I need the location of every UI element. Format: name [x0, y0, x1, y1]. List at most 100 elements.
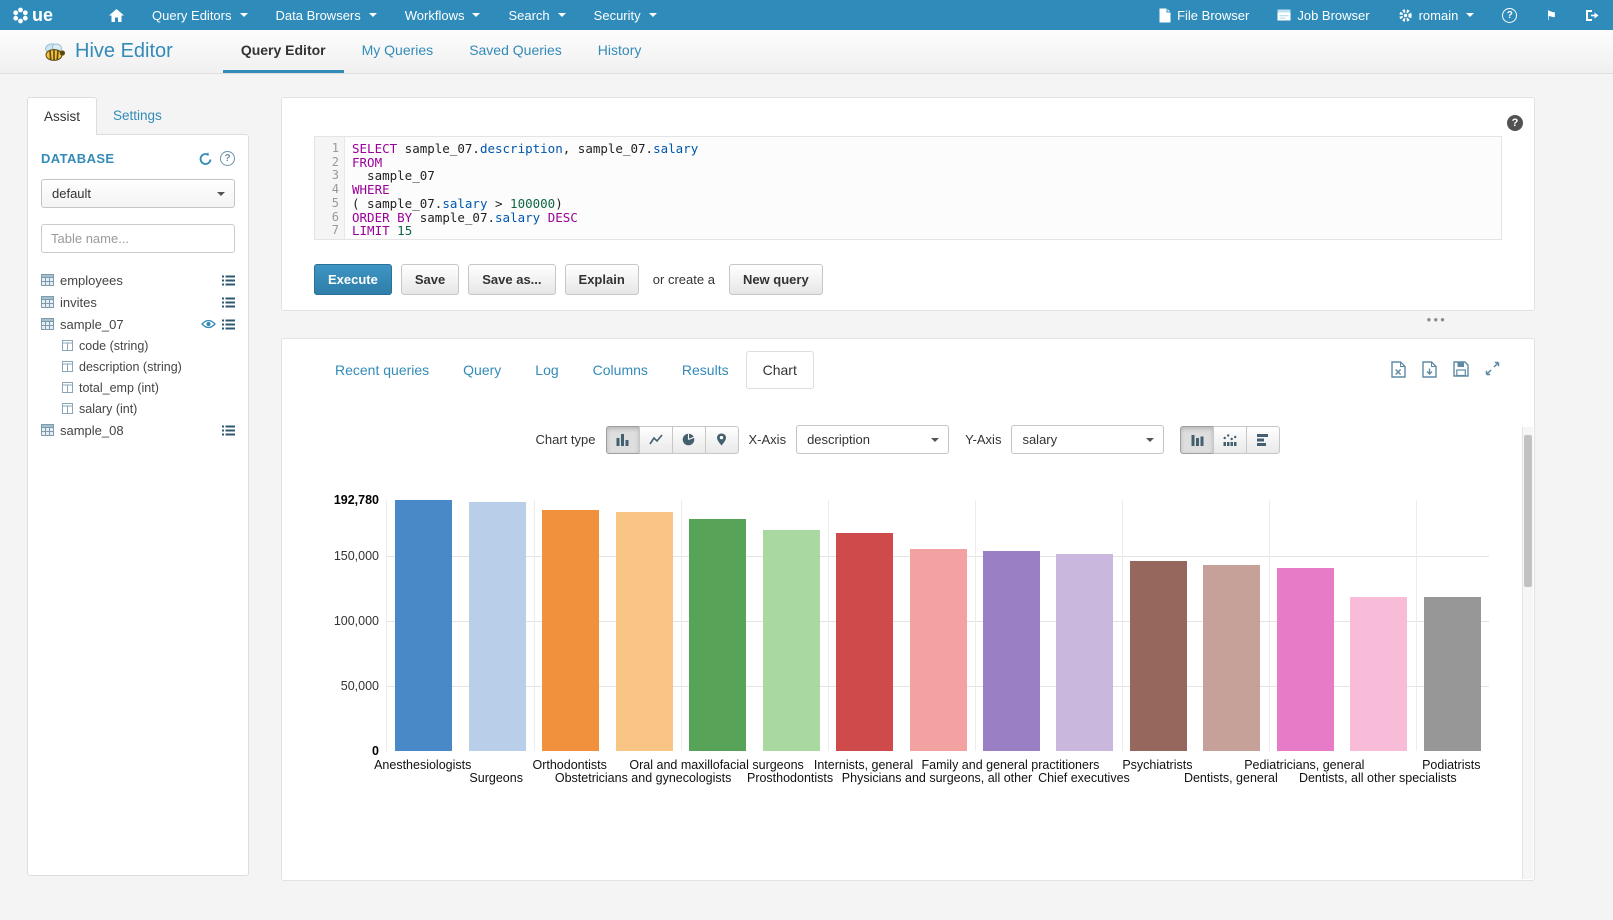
results-tab-log[interactable]: Log [518, 351, 575, 389]
tab-saved-queries[interactable]: Saved Queries [451, 30, 580, 73]
job-browser-link[interactable]: Job Browser [1263, 0, 1383, 30]
database-select-value: default [52, 186, 91, 201]
user-menu[interactable]: romain [1384, 0, 1489, 30]
chart-type-map-button[interactable] [705, 426, 739, 454]
save-button[interactable]: Save [401, 264, 459, 295]
x-axis-select[interactable]: description [796, 425, 949, 454]
column-item[interactable]: total_emp (int) [41, 377, 235, 398]
table-menu-icon[interactable] [222, 319, 235, 330]
file-browser-link[interactable]: File Browser [1145, 0, 1263, 30]
table-icon [41, 274, 54, 286]
home-button[interactable] [95, 0, 138, 30]
results-tab-columns[interactable]: Columns [576, 351, 665, 389]
assist-help-icon[interactable]: ? [220, 151, 235, 166]
tab-query-editor[interactable]: Query Editor [223, 30, 344, 73]
editor-help-icon[interactable]: ? [1507, 115, 1523, 131]
orientation-horizontal-button[interactable] [1246, 426, 1280, 454]
chevron-down-icon [472, 13, 480, 17]
save-results-icon[interactable] [1453, 361, 1469, 378]
app-brand[interactable]: Hive Editor [42, 30, 173, 73]
table-item-invites[interactable]: invites [41, 291, 235, 313]
tab-my-queries[interactable]: My Queries [344, 30, 452, 73]
results-tab-query[interactable]: Query [446, 351, 518, 389]
column-icon [62, 403, 73, 414]
bar-9[interactable] [983, 551, 1040, 751]
bar-15[interactable] [1424, 597, 1481, 751]
menu-security[interactable]: Security [580, 0, 671, 30]
table-name: sample_08 [60, 423, 124, 438]
column-item[interactable]: salary (int) [41, 398, 235, 419]
execute-button[interactable]: Execute [314, 264, 392, 295]
resize-handle-icon[interactable]: ●●● [1427, 315, 1448, 324]
gridline [681, 500, 682, 751]
help-button[interactable]: ? [1488, 0, 1531, 30]
table-item-sample_08[interactable]: sample_08 [41, 419, 235, 441]
menu-query-editors[interactable]: Query Editors [138, 0, 261, 30]
expand-results-icon[interactable] [1485, 361, 1500, 378]
new-query-button[interactable]: New query [729, 264, 823, 295]
table-menu-icon[interactable] [222, 297, 235, 308]
sql-code: SELECT sample_07.description, sample_07.… [345, 137, 1501, 239]
tab-settings[interactable]: Settings [97, 97, 178, 134]
panel-resize-strip: ●●● [281, 311, 1535, 338]
menu-search[interactable]: Search [494, 0, 579, 30]
sql-editor[interactable]: 1234567 SELECT sample_07.description, sa… [314, 136, 1502, 240]
y-tick-label: 50,000 [341, 679, 379, 693]
database-select[interactable]: default [41, 179, 235, 208]
results-tab-recent-queries[interactable]: Recent queries [318, 351, 446, 389]
bar-6[interactable] [763, 530, 820, 751]
save-as-button[interactable]: Save as... [468, 264, 555, 295]
export-xls-icon[interactable] [1391, 361, 1406, 378]
preview-eye-icon[interactable] [201, 319, 216, 329]
table-item-sample_07[interactable]: sample_07 [41, 313, 235, 335]
bar-8[interactable] [910, 549, 967, 751]
chart-type-pie-button[interactable] [672, 426, 706, 454]
bar-7[interactable] [836, 533, 893, 751]
results-scrollbar[interactable] [1522, 427, 1533, 879]
bar-4[interactable] [616, 512, 673, 751]
bar-chart-plot [386, 500, 1489, 751]
scrollbar-thumb[interactable] [1524, 435, 1532, 587]
results-tab-chart[interactable]: Chart [746, 351, 814, 389]
bar-2[interactable] [469, 502, 526, 751]
x-axis-label: Obstetricians and gynecologists [555, 771, 731, 785]
export-csv-icon[interactable] [1422, 361, 1437, 378]
chart-type-bars-button[interactable] [606, 426, 640, 454]
menu-workflows[interactable]: Workflows [391, 0, 495, 30]
orientation-vertical-button[interactable] [1180, 426, 1214, 454]
orientation-grouped-button[interactable] [1213, 426, 1247, 454]
bar-14[interactable] [1350, 597, 1407, 751]
table-icon [41, 296, 54, 308]
gridline [975, 500, 976, 751]
column-name: total_emp (int) [79, 381, 159, 395]
bar-5[interactable] [689, 519, 746, 751]
table-filter-input[interactable] [41, 224, 235, 253]
bar-11[interactable] [1130, 561, 1187, 751]
x-axis-label: Chief executives [1038, 771, 1130, 785]
menu-data-browsers[interactable]: Data Browsers [262, 0, 391, 30]
line-numbers: 1234567 [315, 137, 345, 239]
table-menu-icon[interactable] [222, 425, 235, 436]
bar-13[interactable] [1277, 568, 1334, 751]
bar-1[interactable] [395, 500, 452, 751]
refresh-icon[interactable] [198, 152, 213, 166]
logout-button[interactable] [1571, 0, 1613, 30]
tab-history[interactable]: History [580, 30, 660, 73]
hue-logo[interactable]: ue [0, 0, 65, 30]
feedback-button[interactable]: ⚑ [1531, 0, 1571, 30]
column-item[interactable]: description (string) [41, 356, 235, 377]
explain-button[interactable]: Explain [565, 264, 639, 295]
x-axis-label: Family and general practitioners [922, 758, 1100, 772]
table-menu-icon[interactable] [222, 275, 235, 286]
chart-type-line-button[interactable] [639, 426, 673, 454]
bar-3[interactable] [542, 510, 599, 751]
column-item[interactable]: code (string) [41, 335, 235, 356]
y-axis-select[interactable]: salary [1011, 425, 1164, 454]
table-icon [41, 318, 54, 330]
tab-assist[interactable]: Assist [27, 97, 97, 135]
bar-10[interactable] [1056, 554, 1113, 751]
table-item-employees[interactable]: employees [41, 269, 235, 291]
bar-12[interactable] [1203, 565, 1260, 751]
y-tick-label: 100,000 [334, 614, 379, 628]
results-tab-results[interactable]: Results [665, 351, 746, 389]
